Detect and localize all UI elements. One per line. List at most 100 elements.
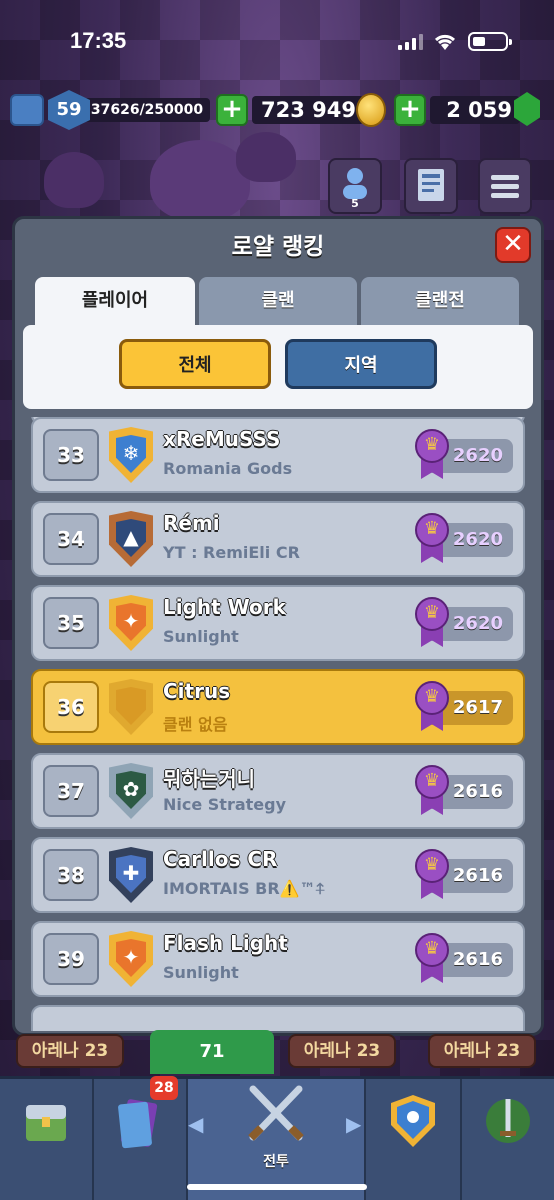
- bamboo-icon: ✿: [122, 777, 140, 801]
- hamburger-icon: [491, 175, 519, 198]
- list-item-current-player[interactable]: 36 Citrus 클랜 없음 2617: [31, 669, 525, 745]
- nav-right-arrow-icon[interactable]: ▶: [346, 1112, 361, 1136]
- filter-all-button[interactable]: 전체: [119, 339, 271, 389]
- rank-number: 35: [43, 597, 99, 649]
- player-name: xReMuSSS: [163, 427, 281, 451]
- status-bar: 17:35: [0, 0, 554, 84]
- bat-decoration: [150, 140, 250, 220]
- clan-badge-icon: ✦: [109, 595, 153, 651]
- rank-number: 38: [43, 849, 99, 901]
- nav-left-arrow-icon[interactable]: ◀: [188, 1112, 203, 1136]
- news-button[interactable]: [404, 158, 458, 214]
- gold-coin-icon: [356, 93, 386, 127]
- close-button[interactable]: ✕: [495, 227, 531, 263]
- ranked-crown-icon: [415, 765, 449, 817]
- no-clan-badge-icon: [109, 679, 153, 735]
- friends-button[interactable]: 5: [328, 158, 382, 214]
- ranked-crown-icon: [415, 513, 449, 565]
- xp-progress: 37626/250000: [84, 98, 210, 122]
- list-item[interactable]: 35 ✦ Light Work Sunlight 2620: [31, 585, 525, 661]
- clan-name: IMORTAIS BR⚠️™⍏: [163, 879, 326, 898]
- filter-bar: 전체 지역: [23, 325, 533, 409]
- list-item[interactable]: [31, 1005, 525, 1031]
- crown-icon: [10, 94, 44, 126]
- ranked-crown-icon: [415, 597, 449, 649]
- clan-name: Nice Strategy: [163, 795, 287, 814]
- level-badge: 59: [48, 90, 90, 130]
- battle-label: 전투: [263, 1154, 289, 1170]
- arena-trophy-tag: 71: [150, 1030, 274, 1074]
- gold-amount: 723 949: [252, 96, 364, 124]
- bottom-nav: 전투: [0, 1076, 554, 1200]
- modal-title: 로얄 랭킹: [231, 234, 325, 260]
- clan-badge-icon: ✦: [109, 931, 153, 987]
- ranked-crown-icon: [415, 849, 449, 901]
- clan-name: Sunlight: [163, 627, 239, 646]
- resource-bar: 37626/250000 59 + 723 949 + 2 059: [0, 88, 554, 132]
- list-item[interactable]: 37 ✿ 뭐하는거니 Nice Strategy 2616: [31, 753, 525, 829]
- player-name: Carllos CR: [163, 847, 278, 871]
- chest-icon: [26, 1105, 66, 1141]
- tab-clan-wars[interactable]: 클랜전: [361, 277, 519, 329]
- snowflake-icon: ❄: [122, 441, 140, 465]
- royal-ranking-modal: 로얄 랭킹 ✕ 플레이어 클랜 클랜전 전체 지역 33 ❄ xReMuSSS …: [12, 216, 544, 1036]
- ranked-crown-icon: [415, 933, 449, 985]
- filter-local-button[interactable]: 지역: [285, 339, 437, 389]
- nav-events[interactable]: [462, 1079, 554, 1200]
- clan-badge-icon: ✚: [109, 847, 153, 903]
- list-item[interactable]: 34 ▲ Rémi YT : RemiEli CR 2620: [31, 501, 525, 577]
- bat-decoration: [44, 152, 104, 208]
- add-gold-button[interactable]: +: [216, 94, 248, 126]
- cards-notification-badge: 28: [150, 1076, 178, 1100]
- clan-badge-icon: ▲: [109, 511, 153, 567]
- signal-icon: [398, 34, 424, 50]
- clan-name: 클랜 없음: [163, 715, 228, 734]
- player-name: Light Work: [163, 595, 286, 619]
- rank-number: 33: [43, 429, 99, 481]
- rank-number: 36: [43, 681, 99, 733]
- star-icon: ✦: [122, 945, 140, 969]
- rank-number: 34: [43, 513, 99, 565]
- player-name: Flash Light: [163, 931, 288, 955]
- clan-name: Romania Gods: [163, 459, 293, 478]
- mountain-icon: ▲: [123, 525, 139, 549]
- list-item[interactable]: 39 ✦ Flash Light Sunlight 2616: [31, 921, 525, 997]
- arena-tag: 아레나 23: [428, 1034, 536, 1068]
- clan-badge-icon: ❄: [109, 427, 153, 483]
- battery-icon: [468, 32, 512, 51]
- cards-icon: [118, 1099, 158, 1149]
- status-time: 17:35: [70, 28, 127, 53]
- ranking-list[interactable]: 33 ❄ xReMuSSS Romania Gods 2620 34 ▲ Rém…: [23, 417, 533, 1031]
- tab-clans[interactable]: 클랜: [199, 277, 357, 329]
- wifi-icon: [434, 34, 456, 50]
- star-icon: ✦: [122, 609, 140, 633]
- crossed-swords-icon: [248, 1085, 304, 1141]
- list-item[interactable]: 38 ✚ Carllos CR IMORTAIS BR⚠️™⍏ 2616: [31, 837, 525, 913]
- clan-name: Sunlight: [163, 963, 239, 982]
- arena-strip: 아레나 23 71 아레나 23 아레나 23: [0, 1030, 554, 1074]
- clan-name: YT : RemiEli CR: [163, 543, 300, 562]
- gem-amount: 2 059: [430, 96, 520, 124]
- ranked-crown-icon: [415, 681, 449, 733]
- player-name: 뭐하는거니: [163, 767, 255, 791]
- nav-clan[interactable]: [366, 1079, 460, 1200]
- add-gems-button[interactable]: +: [394, 94, 426, 126]
- rank-number: 39: [43, 933, 99, 985]
- news-icon: [418, 169, 444, 201]
- friends-count: 5: [351, 197, 359, 210]
- nav-shop[interactable]: [0, 1079, 92, 1200]
- rank-number: 37: [43, 765, 99, 817]
- arena-tag: 아레나 23: [288, 1034, 396, 1068]
- nav-battle[interactable]: 전투: [188, 1079, 364, 1200]
- laurel-sword-icon: [486, 1099, 530, 1143]
- tab-players[interactable]: 플레이어: [35, 277, 195, 329]
- ranked-crown-icon: [415, 429, 449, 481]
- arena-tag: 아레나 23: [16, 1034, 124, 1068]
- player-name: Citrus: [163, 679, 231, 703]
- player-name: Rémi: [163, 511, 220, 535]
- cross-icon: ✚: [122, 861, 140, 885]
- menu-button[interactable]: [478, 158, 532, 214]
- home-indicator: [187, 1184, 367, 1190]
- list-item[interactable]: 33 ❄ xReMuSSS Romania Gods 2620: [31, 417, 525, 493]
- bat-decoration: [236, 132, 296, 182]
